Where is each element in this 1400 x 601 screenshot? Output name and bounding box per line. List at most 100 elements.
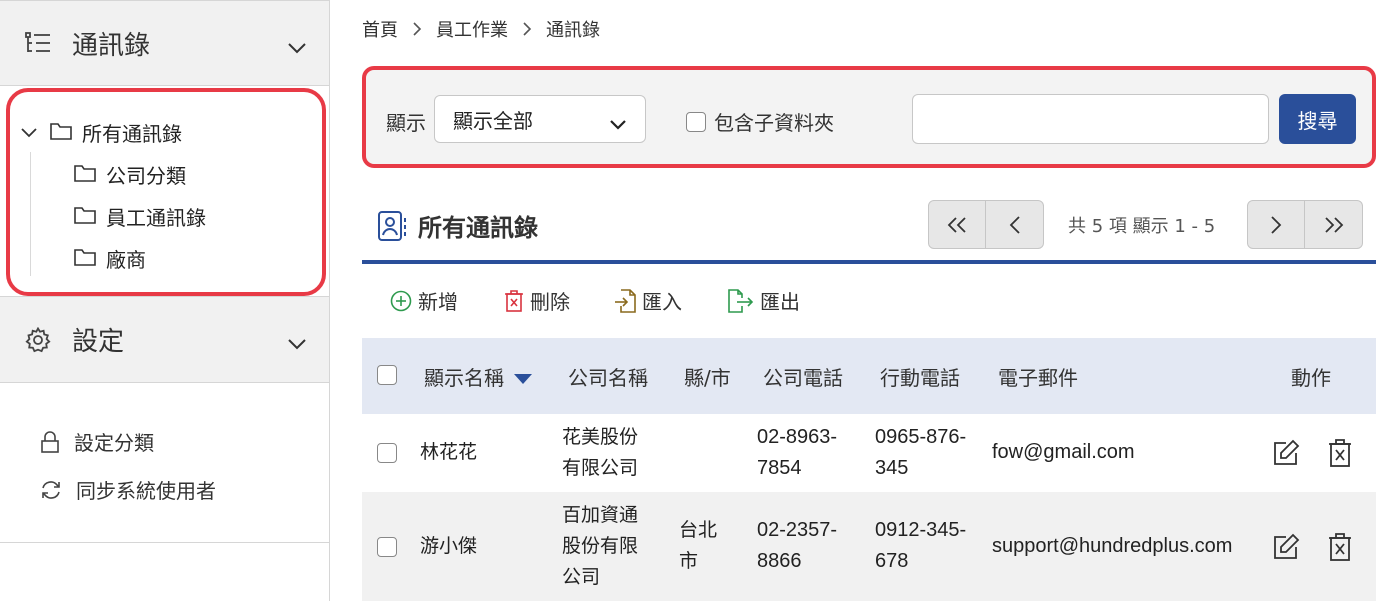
- cell-city: 台北 市: [679, 515, 717, 577]
- pager-next-group: [1247, 200, 1363, 249]
- chevron-down-icon: [287, 39, 307, 58]
- cell-mobile: 0965-876- 345: [875, 422, 966, 484]
- folder-icon: [74, 205, 96, 229]
- tree-item-vendors[interactable]: 廠商: [74, 244, 146, 273]
- delete-row-icon[interactable]: [1328, 533, 1352, 565]
- tree-guide-line: [30, 152, 31, 276]
- tree-item-all-contacts[interactable]: 所有通訊錄: [20, 118, 182, 147]
- table-row[interactable]: 游小傑 百加資通 股份有限 公司 台北 市 02-2357- 8866 0912…: [362, 492, 1376, 601]
- edit-icon[interactable]: [1272, 439, 1300, 471]
- include-subfolders-label: 包含子資料夾: [714, 111, 834, 135]
- header-city[interactable]: 縣/市: [684, 362, 731, 391]
- cell-company-line: 公司: [562, 566, 601, 588]
- select-all-checkbox[interactable]: [377, 365, 397, 385]
- display-select[interactable]: 顯示全部: [434, 95, 646, 143]
- cell-name[interactable]: 游小傑: [420, 531, 477, 562]
- import-icon: [615, 288, 636, 313]
- cell-mobile-line: 678: [875, 550, 909, 572]
- checkbox[interactable]: [686, 111, 706, 132]
- display-select-value: 顯示全部: [453, 108, 533, 133]
- gear-icon: [24, 326, 52, 354]
- folder-icon: [74, 247, 96, 271]
- cell-phone-line: 7854: [757, 457, 802, 479]
- tree-item-label: 公司分類: [106, 164, 186, 188]
- sync-icon: [42, 480, 60, 499]
- cell-company: 花美股份 有限公司: [562, 422, 638, 484]
- breadcrumb-employee-work[interactable]: 員工作業: [436, 16, 508, 42]
- filter-bar: 顯示 顯示全部 包含子資料夾 搜尋: [362, 66, 1376, 168]
- toolbar: 新增 刪除 匯入 匯出: [362, 264, 1376, 338]
- chevron-left-icon: [1009, 215, 1020, 234]
- search-input[interactable]: [912, 94, 1269, 144]
- delete-row-icon[interactable]: [1328, 439, 1352, 471]
- include-subfolders-checkbox[interactable]: 包含子資料夾: [686, 107, 834, 136]
- cell-email: support@hundredplus.com: [992, 535, 1233, 557]
- folder-icon: [50, 121, 72, 145]
- folder-tree-highlight: 所有通訊錄 公司分類 員工通訊錄 廠商: [6, 88, 326, 296]
- cell-company-line: 股份有限: [562, 535, 639, 557]
- last-page-button[interactable]: [1305, 200, 1363, 249]
- prev-page-button[interactable]: [986, 200, 1044, 249]
- cell-company-line: 百加資通: [562, 504, 639, 526]
- breadcrumb-home[interactable]: 首頁: [362, 16, 398, 42]
- settings-panel-header[interactable]: 設定: [0, 296, 329, 383]
- folder-icon: [74, 163, 96, 187]
- delete-button[interactable]: 刪除: [504, 286, 570, 315]
- add-label: 新增: [418, 290, 458, 314]
- cell-company-line: 有限公司: [562, 457, 639, 479]
- lock-icon: [41, 430, 59, 453]
- row-checkbox[interactable]: [377, 443, 397, 463]
- tree-list-icon: [24, 29, 52, 57]
- sort-desc-icon: [514, 374, 533, 384]
- cell-company: 百加資通 股份有限 公司: [562, 500, 638, 593]
- header-display-name[interactable]: 顯示名稱: [424, 362, 533, 391]
- setting-category-link[interactable]: 設定分類: [40, 427, 154, 456]
- cell-email: fow@gmail.com: [992, 441, 1135, 463]
- pager-info: 共 5 項 顯示 1 - 5: [1068, 216, 1216, 237]
- export-icon: [728, 288, 754, 313]
- breadcrumb-current: 通訊錄: [546, 20, 600, 41]
- contact-book-icon: [378, 210, 406, 241]
- display-label: 顯示: [386, 111, 426, 135]
- chevron-down-icon: [287, 335, 307, 354]
- sync-users-link[interactable]: 同步系統使用者: [40, 475, 216, 504]
- row-checkbox[interactable]: [377, 537, 397, 557]
- table-row[interactable]: 林花花 花美股份 有限公司 02-8963- 7854 0965-876- 34…: [362, 414, 1376, 492]
- chevron-right-icon: [522, 22, 532, 36]
- settings-header-label: 設定: [72, 327, 125, 357]
- cell-phone: 02-8963- 7854: [757, 422, 837, 484]
- chevron-right-icon: [1271, 215, 1282, 234]
- header-mobile[interactable]: 行動電話: [880, 362, 960, 391]
- add-button[interactable]: 新增: [390, 286, 458, 315]
- cell-mobile-line: 0965-876-: [875, 426, 967, 448]
- cell-mobile: 0912-345- 678: [875, 515, 966, 577]
- tree-item-employee-contacts[interactable]: 員工通訊錄: [74, 202, 206, 231]
- setting-category-label: 設定分類: [74, 431, 154, 455]
- header-email[interactable]: 電子郵件: [998, 362, 1078, 391]
- header-company[interactable]: 公司名稱: [568, 362, 648, 391]
- export-button[interactable]: 匯出: [728, 286, 800, 315]
- first-page-button[interactable]: [928, 200, 986, 249]
- cell-phone-line: 02-2357-: [757, 519, 838, 541]
- tree-item-label: 所有通訊錄: [82, 122, 182, 146]
- header-phone[interactable]: 公司電話: [763, 362, 843, 391]
- contacts-panel-header[interactable]: 通訊錄: [0, 0, 329, 86]
- cell-phone-line: 8866: [757, 550, 802, 572]
- page-title: 所有通訊錄: [376, 208, 538, 243]
- next-page-button[interactable]: [1247, 200, 1305, 249]
- tree-item-company-category[interactable]: 公司分類: [74, 160, 186, 189]
- chevron-right-icon: [412, 22, 422, 36]
- contacts-header-label: 通訊錄: [72, 30, 151, 61]
- cell-city-line: 市: [679, 550, 699, 572]
- double-chevron-left-icon: [947, 216, 966, 233]
- chevron-down-icon[interactable]: [20, 127, 38, 139]
- import-button[interactable]: 匯入: [614, 286, 682, 315]
- page-title-text: 所有通訊錄: [418, 214, 538, 242]
- sidebar: 通訊錄 所有通訊錄 公司分類 員工通訊錄 廠商 設定 設定分類 同步系統使用者: [0, 0, 330, 601]
- chevron-down-icon: [609, 112, 627, 136]
- search-button[interactable]: 搜尋: [1279, 94, 1356, 144]
- export-label: 匯出: [760, 290, 800, 314]
- edit-icon[interactable]: [1272, 533, 1300, 565]
- cell-phone: 02-2357- 8866: [757, 515, 837, 577]
- cell-name[interactable]: 林花花: [420, 437, 477, 468]
